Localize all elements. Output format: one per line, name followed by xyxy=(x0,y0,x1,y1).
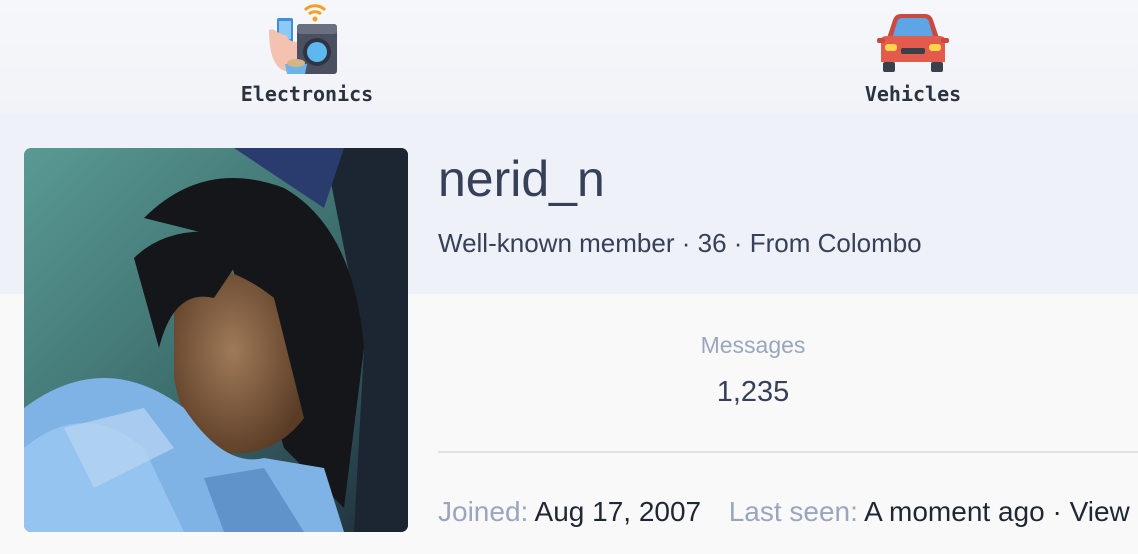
separator: · xyxy=(681,228,691,258)
category-label: Vehicles xyxy=(864,82,962,106)
last-seen-value: A moment ago xyxy=(864,496,1045,527)
user-age: 36 xyxy=(697,228,727,258)
separator: · xyxy=(1052,496,1062,527)
category-label: Electronics xyxy=(240,82,374,106)
view-link[interactable]: View xyxy=(1070,496,1130,527)
joined-date: Aug 17, 2007 xyxy=(534,496,702,527)
user-meta: Well-known member · 36 · From Colombo xyxy=(438,228,922,259)
location-prefix: From xyxy=(749,228,811,258)
car-icon xyxy=(871,2,955,83)
last-seen-label: Last seen: xyxy=(728,496,858,527)
joined-label: Joined: xyxy=(438,496,529,527)
divider xyxy=(438,451,1138,453)
user-location[interactable]: Colombo xyxy=(818,228,922,258)
category-electronics[interactable]: Electronics xyxy=(217,0,397,113)
messages-count[interactable]: 1,235 xyxy=(640,376,866,409)
member-info: Joined: Aug 17, 2007 Last seen: A moment… xyxy=(438,496,1130,528)
separator: · xyxy=(733,228,743,258)
category-vehicles[interactable]: Vehicles xyxy=(823,0,1003,113)
messages-label: Messages xyxy=(700,332,806,358)
avatar-photo xyxy=(24,148,408,532)
user-title: Well-known member xyxy=(438,228,675,258)
username[interactable]: nerid_n xyxy=(438,150,605,208)
avatar[interactable] xyxy=(24,148,408,532)
electronics-icon xyxy=(267,2,347,83)
